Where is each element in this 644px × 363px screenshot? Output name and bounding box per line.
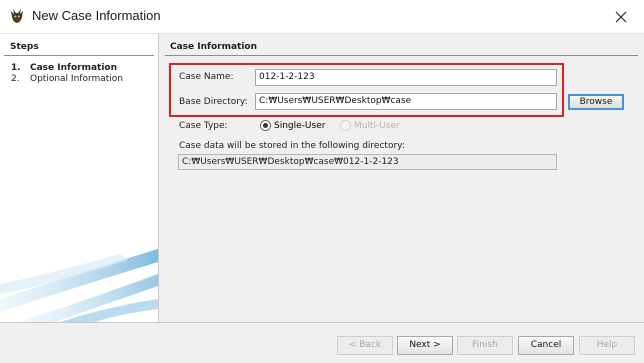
steps-panel: Steps 1. Case Information 2. Optional Info… — [0, 34, 159, 322]
radio-label: Multi-User — [354, 120, 400, 131]
window-title: New Case Information — [32, 8, 161, 23]
cancel-button[interactable]: Cancel — [518, 336, 574, 355]
storage-note: Case data will be stored in the followin… — [179, 141, 405, 151]
help-button[interactable]: Help — [579, 336, 635, 355]
highlight-box — [169, 63, 564, 117]
step-number: 2. — [11, 74, 20, 84]
radio-label: Single-User — [274, 120, 326, 131]
close-button[interactable] — [598, 0, 644, 33]
steps-heading: Steps — [10, 42, 39, 52]
finish-button[interactable]: Finish — [457, 336, 513, 355]
next-button[interactable]: Next > — [397, 336, 453, 355]
close-icon — [615, 11, 627, 22]
step-label: Case Information — [30, 63, 117, 73]
step-optional-information: 2. Optional Information — [11, 74, 123, 84]
radio-selected-icon — [260, 120, 271, 131]
step-label: Optional Information — [30, 74, 124, 84]
radio-single-user[interactable]: Single-User — [260, 120, 325, 131]
divider — [4, 55, 154, 56]
storage-path-field: C:₩Users₩USER₩Desktop₩case₩012-1-2-123 — [178, 154, 557, 170]
browse-button[interactable]: Browse — [568, 94, 624, 110]
step-number: 1. — [11, 63, 21, 73]
case-type-label: Case Type: — [179, 121, 228, 131]
radio-multi-user[interactable]: Multi-User — [340, 120, 400, 131]
section-heading: Case Information — [170, 42, 257, 52]
title-bar: New Case Information — [0, 0, 644, 34]
step-case-information: 1. Case Information — [11, 63, 117, 73]
radio-unselected-icon — [340, 120, 351, 131]
autopsy-dog-icon — [11, 9, 23, 23]
divider — [0, 322, 644, 323]
decorative-swoosh-graphic — [0, 249, 158, 322]
divider — [165, 55, 638, 56]
back-button[interactable]: < Back — [337, 336, 393, 355]
